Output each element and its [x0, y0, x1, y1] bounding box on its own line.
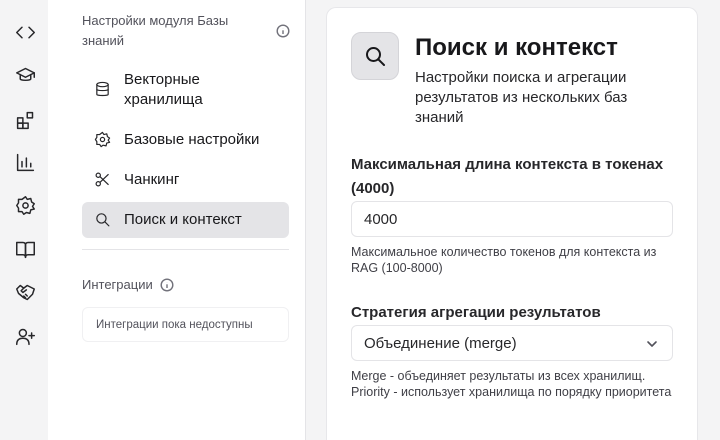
graduation-cap-icon[interactable] — [12, 62, 38, 88]
strategy-select[interactable]: Объединение (merge) — [351, 325, 673, 361]
sidebar-item-label: Поиск и контекст — [124, 211, 242, 228]
bar-chart-icon[interactable] — [12, 149, 38, 175]
sidebar-item-label: Векторные хранилища — [124, 71, 203, 108]
sidebar-item-chunking[interactable]: Чанкинг — [82, 162, 289, 198]
scissors-icon — [94, 171, 111, 188]
settings-gear-icon[interactable] — [12, 192, 38, 218]
icon-rail — [0, 0, 48, 440]
sidebar-item-search-context[interactable]: Поиск и контекст — [82, 202, 289, 238]
info-icon[interactable] — [160, 278, 174, 292]
sidebar-divider — [82, 249, 289, 250]
page-title: Поиск и контекст — [415, 34, 618, 61]
sidebar-item-basic-settings[interactable]: Базовые настройки — [82, 122, 289, 158]
strategy-label: Стратегия агрегации результатов — [351, 304, 601, 321]
settings-card: Поиск и контекст Настройки поиска и агре… — [326, 7, 698, 440]
gear-icon — [94, 131, 111, 148]
user-plus-icon[interactable] — [12, 323, 38, 349]
blocks-icon[interactable] — [12, 107, 38, 133]
main-panel: Поиск и контекст Настройки поиска и агре… — [306, 0, 720, 440]
strategy-selected-value: Объединение (merge) — [364, 335, 517, 352]
max-context-hint: Максимальное количество токенов для конт… — [351, 245, 657, 275]
integrations-header: Интеграции — [82, 277, 153, 292]
app-root: Настройки модуля Базы знаний Векторные х… — [0, 0, 720, 440]
handshake-icon[interactable] — [12, 279, 38, 305]
sidebar-item-label: Базовые настройки — [124, 131, 260, 148]
strategy-hint: Merge - объединяет результаты из всех хр… — [351, 369, 672, 399]
search-icon — [351, 32, 399, 80]
max-context-label: Максимальная длина контекста в токенах (… — [351, 156, 664, 197]
info-icon[interactable] — [276, 24, 290, 38]
code-icon[interactable] — [12, 19, 38, 45]
integrations-box: Интеграции пока недоступны — [82, 307, 289, 342]
database-icon — [94, 81, 111, 98]
book-open-icon[interactable] — [12, 236, 38, 262]
sidebar-item-label: Чанкинг — [124, 171, 180, 188]
integrations-empty-text: Интеграции пока недоступны — [96, 319, 253, 331]
chevron-down-icon — [645, 337, 659, 351]
sidebar-item-vector-stores[interactable]: Векторные хранилища — [82, 69, 289, 111]
sidebar-header: Настройки модуля Базы знаний — [82, 13, 229, 48]
search-icon — [94, 211, 111, 228]
page-subtitle: Настройки поиска и агрегации результатов… — [415, 69, 628, 126]
max-context-input[interactable] — [351, 201, 673, 237]
settings-sidebar: Настройки модуля Базы знаний Векторные х… — [48, 0, 306, 440]
